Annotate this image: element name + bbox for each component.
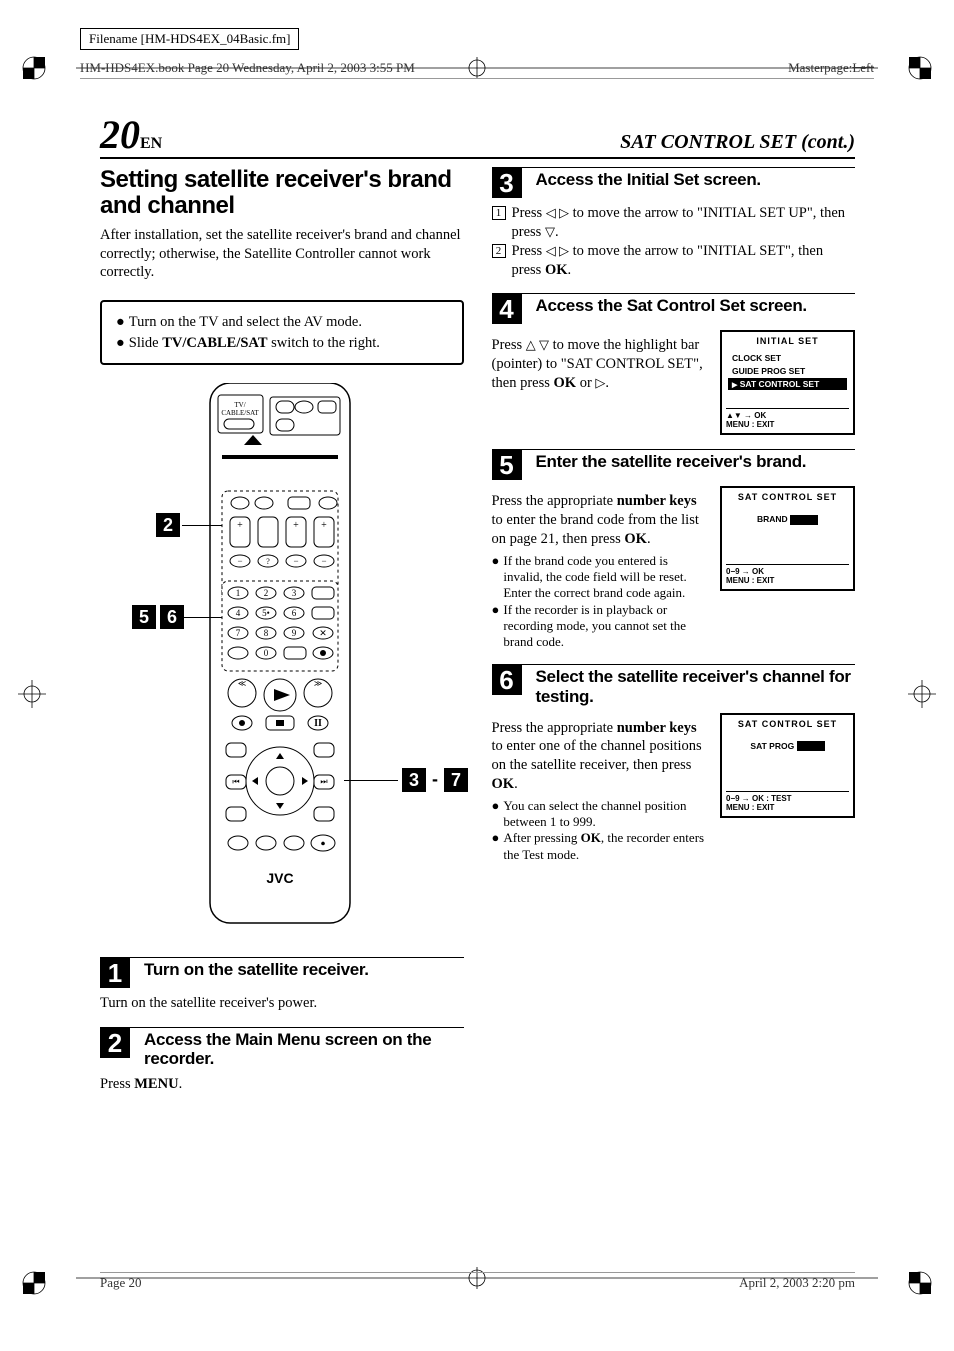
svg-text:✕: ✕ (319, 628, 327, 638)
callout-5-6: 56 (130, 605, 186, 629)
step-6: 6 Select the satellite receiver's channe… (492, 664, 856, 862)
prep-item-2: Slide TV/CABLE/SAT switch to the right. (129, 333, 380, 353)
step-1-number: 1 (100, 958, 130, 988)
svg-text:+: + (237, 520, 243, 531)
crop-mark-mid-right (908, 680, 936, 708)
callout-3-7: 3-7 (400, 768, 470, 792)
page-number: 20EN (100, 115, 162, 155)
svg-text:3: 3 (292, 588, 297, 598)
step-6-title: Select the satellite receiver's channel … (536, 667, 856, 706)
svg-text:JVC: JVC (266, 870, 293, 886)
step-1-body: Turn on the satellite receiver's power. (100, 994, 464, 1013)
screen-brand: SAT CONTROL SET BRAND 0−9 → OK MENU : EX… (720, 486, 855, 591)
page-content: 20EN SAT CONTROL SET (cont.) Setting sat… (100, 115, 855, 1094)
preparation-box: ●Turn on the TV and select the AV mode. … (100, 300, 464, 365)
step-4-body: Press △ ▽ to move the highlight bar (poi… (492, 336, 709, 393)
substep-1-icon: 1 (492, 206, 506, 220)
svg-text:6: 6 (292, 608, 297, 618)
svg-text:4: 4 (236, 608, 241, 618)
crop-mark-bottom-left (20, 1269, 48, 1297)
book-info: HM-HDS4EX.book Page 20 Wednesday, April … (80, 60, 415, 76)
crop-mark-top-right (906, 54, 934, 82)
remote-diagram: TV/ CABLE/SAT (100, 383, 464, 943)
svg-text:⏮: ⏮ (232, 777, 239, 786)
svg-text:5•: 5• (262, 608, 270, 618)
step-6-body: Press the appropriate number keys to ent… (492, 719, 709, 794)
callout-37-line (344, 780, 398, 782)
step-5-body: Press the appropriate number keys to ent… (492, 492, 709, 549)
step-3-body: 1 Press ◁ ▷ to move the arrow to "INITIA… (492, 204, 856, 279)
screen-initial-set: INITIAL SET CLOCK SET GUIDE PROG SET ▶ S… (720, 330, 855, 435)
remote-svg: TV/ CABLE/SAT (180, 383, 380, 943)
step-2-title: Access the Main Menu screen on the recor… (144, 1030, 464, 1069)
step-4-title: Access the Sat Control Set screen. (536, 296, 807, 316)
prep-item-1: Turn on the TV and select the AV mode. (129, 312, 362, 332)
svg-text:II: II (314, 718, 322, 729)
svg-text:≪: ≪ (238, 679, 246, 688)
step-6-notes: ●You can select the channel position bet… (492, 798, 709, 863)
svg-text:≫: ≫ (314, 679, 322, 688)
page-number-en: EN (140, 135, 162, 152)
svg-text:−: − (321, 556, 326, 566)
step-5-notes: ●If the brand code you entered is invali… (492, 553, 709, 651)
svg-text:9: 9 (292, 628, 297, 638)
step-3-title: Access the Initial Set screen. (536, 170, 761, 190)
footer-date: April 2, 2003 2:20 pm (739, 1275, 855, 1291)
masterpage-struck: Left (852, 60, 874, 75)
svg-text:?: ? (266, 557, 270, 566)
substep-2-icon: 2 (492, 244, 506, 258)
svg-text:+: + (321, 520, 327, 531)
masterpage-label: Masterpage:Left (788, 60, 874, 76)
step-5-number: 5 (492, 450, 522, 480)
svg-text:⏭: ⏭ (320, 777, 327, 786)
step-5: 5 Enter the satellite receiver's brand. … (492, 449, 856, 650)
svg-text:CABLE/SAT: CABLE/SAT (221, 409, 259, 417)
svg-text:1: 1 (236, 588, 241, 598)
step-6-number: 6 (492, 665, 522, 695)
masterpage-prefix: Masterpage: (788, 60, 852, 75)
svg-text:7: 7 (236, 628, 241, 638)
step-1-title: Turn on the satellite receiver. (144, 960, 369, 980)
screen-sat-prog: SAT CONTROL SET SAT PROG 0−9 → OK : TEST… (720, 713, 855, 818)
step-3: 3 Access the Initial Set screen. 1 Press… (492, 167, 856, 279)
callout-2: 2 (156, 513, 180, 537)
callout-56-line (184, 617, 222, 619)
page-number-digits: 20 (100, 112, 140, 157)
footer-meta: Page 20 April 2, 2003 2:20 pm (100, 1272, 855, 1291)
svg-text:−: − (237, 556, 242, 566)
callout-2-line (182, 525, 222, 527)
step-5-title: Enter the satellite receiver's brand. (536, 452, 807, 472)
svg-text:⏺: ⏺ (321, 839, 325, 848)
crop-mark-bottom-right (906, 1269, 934, 1297)
svg-text:8: 8 (264, 628, 269, 638)
main-heading: Setting satellite receiver's brand and c… (100, 167, 464, 220)
step-4-number: 4 (492, 294, 522, 324)
svg-text:+: + (293, 520, 299, 531)
svg-text:−: − (293, 556, 298, 566)
svg-text:0: 0 (264, 648, 269, 658)
left-column: Setting satellite receiver's brand and c… (100, 159, 464, 1094)
section-title: SAT CONTROL SET (cont.) (620, 131, 855, 154)
svg-text:2: 2 (264, 588, 269, 598)
title-row: 20EN SAT CONTROL SET (cont.) (100, 115, 855, 159)
crop-mark-top-left (20, 54, 48, 82)
step-1: 1 Turn on the satellite receiver. Turn o… (100, 957, 464, 1013)
header-meta: HM-HDS4EX.book Page 20 Wednesday, April … (80, 60, 874, 79)
filename-box: Filename [HM-HDS4EX_04Basic.fm] (80, 28, 299, 50)
step-2: 2 Access the Main Menu screen on the rec… (100, 1027, 464, 1094)
crop-mark-mid-left (18, 680, 46, 708)
step-2-body: Press MENU. (100, 1075, 464, 1094)
svg-text:TV/: TV/ (234, 401, 245, 409)
intro-text: After installation, set the satellite re… (100, 226, 464, 283)
step-2-number: 2 (100, 1028, 130, 1058)
footer-page: Page 20 (100, 1275, 142, 1291)
right-column: 3 Access the Initial Set screen. 1 Press… (492, 159, 856, 1094)
step-4: 4 Access the Sat Control Set screen. Pre… (492, 293, 856, 435)
step-3-number: 3 (492, 168, 522, 198)
